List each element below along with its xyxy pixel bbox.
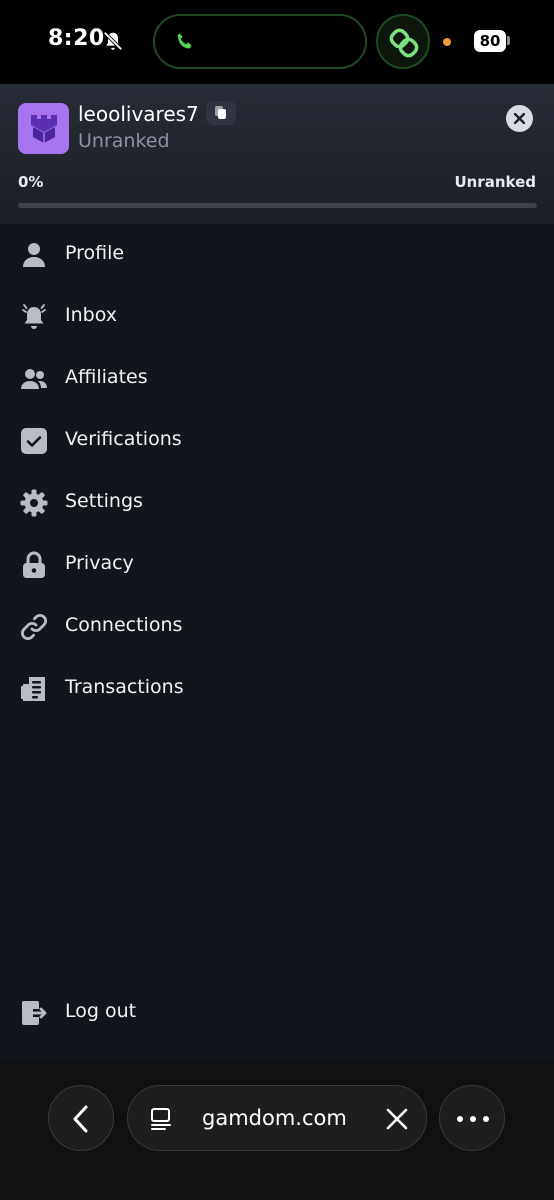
castle-icon xyxy=(31,115,57,143)
profile-header: leoolivares7 Unranked 0% Unranked xyxy=(0,84,554,224)
next-rank-label: Unranked xyxy=(454,173,536,191)
user-icon xyxy=(23,243,45,267)
battery-tip xyxy=(507,36,510,45)
logout-label: Log out xyxy=(65,1000,137,1022)
username: leoolivares7 xyxy=(78,102,199,126)
menu-item-connections[interactable]: Connections xyxy=(0,596,554,658)
rank-label: Unranked xyxy=(78,130,170,152)
link-rings-icon xyxy=(389,28,419,58)
url-text: gamdom.com xyxy=(202,1106,347,1130)
live-activity-pill[interactable] xyxy=(376,14,430,69)
status-bar: 8:20 80 xyxy=(0,0,554,84)
browser-toolbar: gamdom.com xyxy=(0,1062,554,1200)
menu-item-settings[interactable]: Settings xyxy=(0,472,554,534)
menu-item-label: Profile xyxy=(65,242,125,264)
dynamic-island[interactable] xyxy=(153,14,367,69)
gear-icon xyxy=(20,489,48,517)
logout-icon xyxy=(22,1001,47,1025)
menu-item-label: Privacy xyxy=(65,552,134,574)
close-button[interactable] xyxy=(506,105,533,132)
account-drawer: leoolivares7 Unranked 0% Unranked Profil… xyxy=(0,84,554,1062)
menu-item-privacy[interactable]: Privacy xyxy=(0,534,554,596)
menu-item-label: Transactions xyxy=(65,676,184,698)
menu-item-label: Inbox xyxy=(65,304,117,326)
receipt-icon xyxy=(21,677,45,701)
copy-username-button[interactable] xyxy=(206,101,236,125)
bell-muted-icon xyxy=(103,31,123,51)
logout-button[interactable]: Log out xyxy=(0,982,554,1044)
bell-icon xyxy=(22,304,46,329)
chevron-left-icon xyxy=(73,1105,88,1133)
more-options-button[interactable] xyxy=(439,1085,505,1151)
privacy-indicator-dot xyxy=(443,38,451,46)
clear-url-icon[interactable] xyxy=(386,1108,408,1130)
menu-item-label: Verifications xyxy=(65,428,182,450)
menu-item-profile[interactable]: Profile xyxy=(0,224,554,286)
menu-item-transactions[interactable]: Transactions xyxy=(0,658,554,720)
back-button[interactable] xyxy=(48,1085,114,1151)
menu-item-verifications[interactable]: Verifications xyxy=(0,410,554,472)
lock-icon xyxy=(23,551,45,578)
rank-avatar xyxy=(18,103,69,154)
phone-icon xyxy=(177,33,192,49)
clock: 8:20 xyxy=(48,26,105,51)
ellipsis-icon xyxy=(457,1116,489,1122)
menu-item-label: Settings xyxy=(65,490,143,512)
battery-icon: 80 xyxy=(474,30,506,52)
address-bar[interactable]: gamdom.com xyxy=(127,1085,427,1151)
close-icon xyxy=(514,113,525,124)
rank-progress-bar xyxy=(18,203,537,208)
menu-item-label: Connections xyxy=(65,614,183,636)
checkbox-icon xyxy=(21,428,47,454)
menu-item-inbox[interactable]: Inbox xyxy=(0,286,554,348)
menu-item-label: Affiliates xyxy=(65,366,148,388)
page-menu-icon xyxy=(151,1108,171,1130)
progress-percent: 0% xyxy=(18,173,44,191)
users-icon xyxy=(21,369,47,389)
menu-item-affiliates[interactable]: Affiliates xyxy=(0,348,554,410)
link-icon xyxy=(21,614,47,640)
